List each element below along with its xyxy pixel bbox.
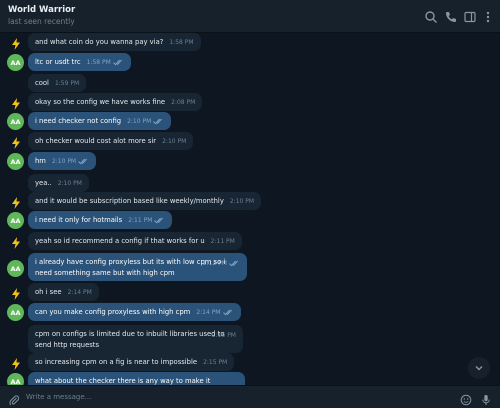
message-time-text: 1:58 PM <box>86 59 111 66</box>
message-time: 1:59 PM <box>54 80 80 87</box>
read-check-icon <box>78 158 89 165</box>
message-composer <box>0 385 500 408</box>
avatar[interactable]: AA <box>7 153 24 170</box>
message-list[interactable]: and what coin do you wanna pay via? 1:58 … <box>0 33 500 385</box>
avatar[interactable]: AA <box>7 373 24 385</box>
message-bubble[interactable]: i already have config proxyless but its … <box>28 253 247 281</box>
chevron-down-icon <box>475 366 483 371</box>
sidebar-toggle-icon[interactable] <box>463 9 477 23</box>
microphone-icon[interactable] <box>480 391 492 405</box>
message-text: can you make config proxyless with high … <box>35 308 191 316</box>
lightning-icon[interactable] <box>7 194 24 211</box>
message-time: 2:11 PM <box>210 238 235 245</box>
message-text: cool <box>35 79 49 87</box>
message-bubble[interactable]: so increasing cpm on a fig is near to im… <box>28 353 235 371</box>
message-text: and what coin do you wanna pay via? <box>35 38 164 46</box>
message-bubble[interactable]: oh checker would cost alot more sir 2:10 … <box>28 132 194 150</box>
message-text: okay so the config we have works fine <box>35 98 166 106</box>
read-check-icon <box>154 217 165 224</box>
avatar[interactable]: AA <box>7 304 24 321</box>
avatar[interactable]: AA <box>7 113 24 130</box>
emoji-icon[interactable] <box>460 391 472 406</box>
read-check-icon <box>153 118 164 125</box>
read-check-icon <box>222 309 234 316</box>
lightning-icon[interactable] <box>7 134 24 151</box>
paperclip-icon[interactable] <box>8 391 20 406</box>
message-time: 2:10 PM <box>57 180 82 187</box>
message-bubble[interactable]: ltc or usdt trc 1:58 PM <box>28 53 131 71</box>
message-bubble[interactable]: can you make config proxyless with high … <box>28 303 241 321</box>
message-bubble[interactable]: yeah so id recommend a config if that wo… <box>28 232 242 250</box>
message-bubble[interactable]: i need checker not config 2:10 PM <box>28 112 172 130</box>
message-text: i already have config proxyless but its … <box>35 258 226 277</box>
message-bubble[interactable]: hm 2:10 PM <box>28 152 97 170</box>
message-time-text: 2:10 PM <box>51 158 77 165</box>
message-text: oh i see <box>35 288 62 296</box>
chat-title[interactable]: World Warrior <box>8 5 75 15</box>
message-time-text: 2:14 PM <box>196 309 221 316</box>
lightning-icon[interactable] <box>7 355 24 372</box>
message-time: 2:10 PM <box>162 138 187 145</box>
message-time-text: 2:10 PM <box>127 118 152 125</box>
message-time: 2:15 PM <box>203 359 228 366</box>
message-bubble[interactable]: and what coin do you wanna pay via? 1:58 … <box>28 33 201 51</box>
message-time: 2:10 PM <box>127 116 164 127</box>
avatar[interactable]: AA <box>7 212 24 229</box>
message-text: i need it only for hotmails <box>35 216 123 224</box>
message-time: 2:10 PM <box>229 198 255 205</box>
message-text: i need checker not config <box>35 117 122 125</box>
search-icon[interactable] <box>424 9 438 23</box>
message-bubble[interactable]: oh i see 2:14 PM <box>28 283 99 301</box>
message-text: yea.. <box>35 179 52 187</box>
message-bubble[interactable]: okay so the config we have works fine 2:0… <box>28 93 203 111</box>
message-time: 2:14 PM <box>196 307 233 318</box>
lightning-icon[interactable] <box>7 234 24 251</box>
contact-status: last seen recently <box>8 17 75 26</box>
message-text: what about the checker there is any way … <box>35 377 211 385</box>
message-time: 1:58 PM <box>87 57 124 68</box>
message-text: and it would be subscription based like … <box>35 197 224 205</box>
message-time: 1:58 PM <box>169 39 194 46</box>
chat-header: World Warrior last seen recently <box>0 0 500 33</box>
message-text: so increasing cpm on a fig is near to im… <box>35 358 198 366</box>
message-bubble[interactable]: cool 1:59 PM <box>28 74 87 92</box>
message-time: 2:08 PM <box>171 99 196 106</box>
message-text: oh checker would cost alot more sir <box>35 137 157 145</box>
lightning-icon[interactable] <box>7 95 24 112</box>
read-check-icon <box>229 260 240 267</box>
avatar[interactable]: AA <box>7 54 24 71</box>
lightning-icon[interactable] <box>7 35 24 52</box>
message-bubble[interactable]: and it would be subscription based like … <box>28 192 262 210</box>
message-time: 2:11 PM <box>128 215 165 226</box>
message-text: yeah so id recommend a config if that wo… <box>35 237 205 245</box>
message-text: hm <box>35 157 46 165</box>
avatar[interactable]: AA <box>7 260 24 277</box>
lightning-icon[interactable] <box>7 285 24 302</box>
phone-icon[interactable] <box>444 9 458 23</box>
message-text: ltc or usdt trc <box>35 58 81 66</box>
message-bubble[interactable]: cpm on configs is limited due to inbuilt… <box>28 325 243 353</box>
read-check-icon <box>112 59 124 66</box>
message-text: cpm on configs is limited due to inbuilt… <box>35 330 225 349</box>
message-time: 2:14 PM <box>67 289 92 296</box>
message-bubble[interactable]: i need it only for hotmails 2:11 PM <box>28 211 173 229</box>
message-bubble[interactable]: what about the checker there is any way … <box>28 372 245 385</box>
message-input[interactable] <box>26 389 446 405</box>
message-time-text: 2:11 PM <box>128 217 153 224</box>
message-bubble[interactable]: yea.. 2:10 PM <box>28 174 89 192</box>
more-vertical-icon[interactable] <box>481 9 495 23</box>
message-time: 2:10 PM <box>52 156 89 167</box>
scroll-down-button[interactable] <box>468 357 490 379</box>
